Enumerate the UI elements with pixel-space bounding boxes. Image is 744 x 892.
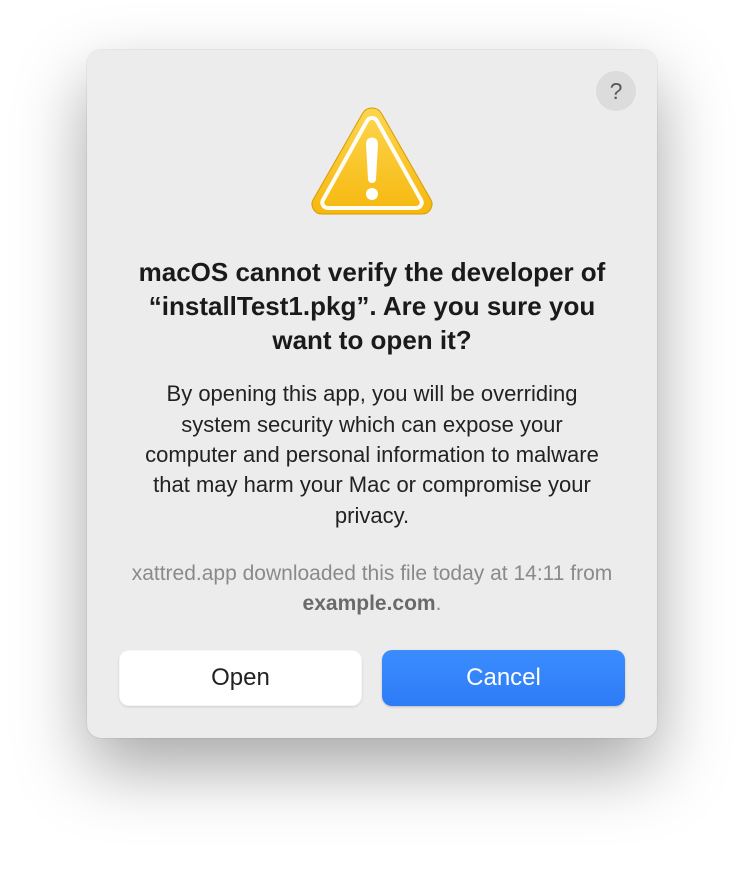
help-icon: ? — [610, 80, 623, 103]
open-button[interactable]: Open — [119, 650, 362, 706]
button-row: Open Cancel — [119, 650, 625, 706]
gatekeeper-dialog: ? macOS cannot verify the developer of “… — [87, 50, 657, 738]
quarantine-suffix: . — [436, 592, 442, 615]
warning-icon — [306, 102, 438, 222]
dialog-title: macOS cannot verify the developer of “in… — [119, 256, 625, 357]
warning-icon-container — [119, 102, 625, 222]
dialog-body: By opening this app, you will be overrid… — [119, 379, 625, 531]
quarantine-prefix: xattred.app downloaded this file today a… — [132, 562, 613, 585]
quarantine-info: xattred.app downloaded this file today a… — [119, 559, 625, 618]
cancel-button[interactable]: Cancel — [382, 650, 625, 706]
quarantine-domain: example.com — [303, 592, 436, 615]
help-button[interactable]: ? — [596, 71, 636, 111]
